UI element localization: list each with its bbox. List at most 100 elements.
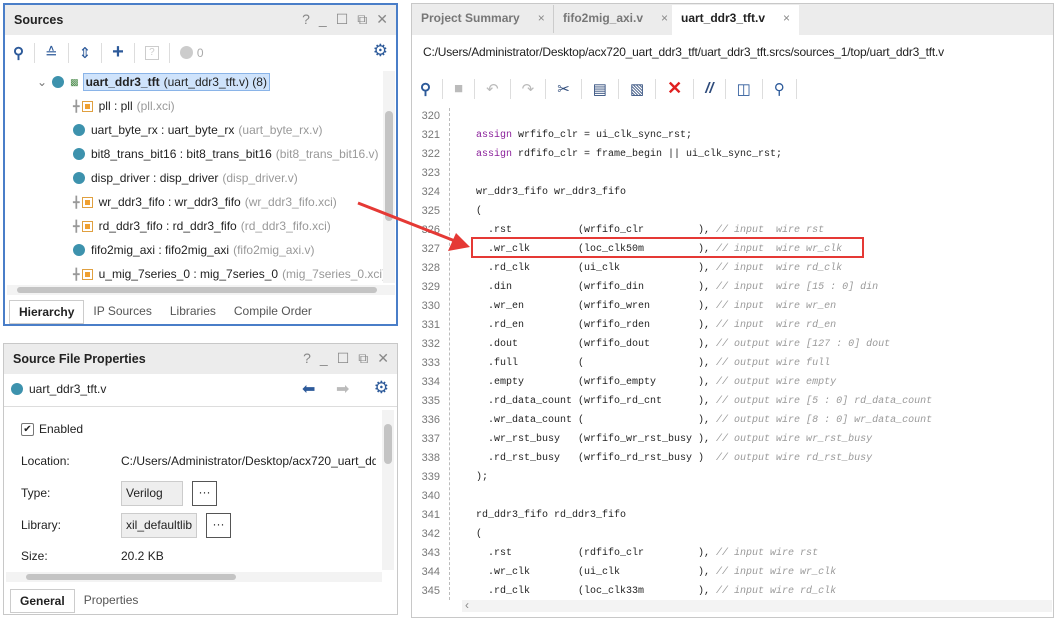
- tree-item[interactable]: ╋ pll : pll (pll.xci): [73, 95, 175, 117]
- help-icon[interactable]: ?: [302, 11, 310, 28]
- maximize-icon[interactable]: ☐: [336, 11, 349, 28]
- gutter-divider: [449, 108, 450, 600]
- location-value: C:/Users/Administrator/Desktop/acx720_ua…: [121, 454, 376, 468]
- collapse-all-icon[interactable]: ≙: [45, 44, 58, 62]
- tab-compile-order[interactable]: Compile Order: [225, 300, 321, 324]
- tab-uart-ddr3-tft[interactable]: uart_ddr3_tft.v ×: [672, 5, 800, 35]
- code-comment: // output wire rd_rst_busy: [716, 453, 873, 464]
- tree-item-file: (disp_driver.v): [222, 171, 298, 185]
- maximize-icon[interactable]: ☐: [337, 350, 350, 367]
- pin-icon: ╋: [73, 196, 80, 209]
- code-line: .wr_en (wrfifo_wren ), // input wire wr_…: [476, 301, 837, 312]
- code-comment: // output wire full: [716, 358, 831, 369]
- location-label: Location:: [21, 454, 70, 468]
- close-tab-icon[interactable]: ×: [661, 11, 668, 25]
- line-number: 330: [421, 300, 440, 312]
- type-label: Type:: [21, 486, 51, 500]
- tab-fifo2mig-axi[interactable]: fifo2mig_axi.v ×: [553, 5, 677, 33]
- gear-icon[interactable]: ⚙: [374, 378, 389, 398]
- library-browse-button[interactable]: ···: [206, 512, 232, 538]
- close-icon[interactable]: ✕: [376, 11, 388, 28]
- line-number: 328: [421, 262, 440, 274]
- properties-icon[interactable]: ?: [144, 45, 159, 60]
- editor-horizontal-scrollbar[interactable]: ‹: [462, 598, 1052, 612]
- line-number: 323: [421, 167, 440, 179]
- back-arrow-icon[interactable]: ⬅: [302, 379, 315, 399]
- tree-horizontal-scrollbar[interactable]: [7, 285, 395, 295]
- pin-icon: ╋: [73, 220, 80, 233]
- tree-item[interactable]: disp_driver : disp_driver (disp_driver.v): [73, 167, 298, 189]
- properties-vertical-scrollbar[interactable]: [382, 410, 394, 570]
- tree-item-label: fifo2mig_axi : fifo2mig_axi: [91, 243, 230, 257]
- module-icon: [73, 124, 85, 136]
- tab-general[interactable]: General: [10, 589, 75, 613]
- module-icon: [73, 148, 85, 160]
- line-number: 344: [421, 566, 440, 578]
- code-comment: // input wire wr_clk: [716, 567, 837, 578]
- code-line: .din (wrfifo_din ), // input wire [15 : …: [476, 282, 879, 293]
- forward-arrow-icon[interactable]: ➡: [336, 379, 349, 399]
- code-keyword: assign: [476, 130, 513, 141]
- tab-ip-sources[interactable]: IP Sources: [84, 300, 160, 324]
- tree-item-label: u_mig_7series_0 : mig_7series_0: [98, 267, 279, 281]
- tree-item[interactable]: fifo2mig_axi : fifo2mig_axi (fifo2mig_axi…: [73, 239, 314, 261]
- copy-icon[interactable]: ▤: [593, 80, 607, 98]
- type-browse-button[interactable]: ···: [192, 480, 217, 506]
- tree-item-label: uart_byte_rx : uart_byte_rx: [91, 123, 235, 137]
- minimize-icon[interactable]: _: [320, 350, 328, 367]
- tree-item[interactable]: uart_byte_rx : uart_byte_rx (uart_byte_rx…: [73, 119, 322, 141]
- ip-core-icon: [81, 220, 93, 232]
- tree-item[interactable]: ⌄ ▩ uart_ddr3_tft (uart_ddr3_tft.v) (8): [37, 71, 270, 93]
- comment-toggle-icon[interactable]: //: [705, 80, 713, 97]
- code-comment: // input wire rd_clk: [716, 586, 837, 597]
- tab-hierarchy[interactable]: Hierarchy: [9, 300, 85, 324]
- code-line: .rd_en (wrfifo_rden ), // input wire rd_…: [476, 320, 837, 331]
- code-line: .rst (rdfifo_clr ), // input wire rst: [476, 548, 819, 559]
- close-tab-icon[interactable]: ×: [538, 11, 545, 25]
- search-icon[interactable]: ⚲: [420, 80, 431, 98]
- code-line: .wr_data_count ( ), // output wire [8 : …: [476, 415, 933, 426]
- gear-icon[interactable]: ⚙: [373, 41, 388, 61]
- tab-libraries[interactable]: Libraries: [161, 300, 225, 324]
- tree-item[interactable]: ╋ wr_ddr3_fifo : wr_ddr3_fifo (wr_ddr3_fif…: [73, 191, 337, 213]
- float-icon[interactable]: ⧉: [358, 350, 368, 367]
- paste-icon[interactable]: ▧: [630, 80, 644, 98]
- module-icon: [52, 76, 65, 88]
- expand-all-icon[interactable]: ⇕: [79, 44, 92, 62]
- line-number: 336: [421, 414, 440, 426]
- column-select-icon[interactable]: ◫: [737, 80, 751, 98]
- tree-item[interactable]: bit8_trans_bit16 : bit8_trans_bit16 (bit8…: [73, 143, 379, 165]
- ip-core-icon: [81, 100, 93, 112]
- undo-icon[interactable]: ↶: [486, 80, 499, 98]
- help-icon[interactable]: ?: [303, 350, 311, 367]
- close-tab-icon[interactable]: ×: [783, 11, 790, 25]
- line-number: 322: [421, 148, 440, 160]
- tab-project-summary[interactable]: Project Summary ×: [412, 5, 554, 33]
- tree-item[interactable]: ╋ rd_ddr3_fifo : rd_ddr3_fifo (rd_ddr3_fif…: [73, 215, 331, 237]
- minimize-icon[interactable]: _: [319, 11, 327, 28]
- code-line: .wr_rst_busy (wrfifo_wr_rst_busy ), // o…: [476, 434, 873, 445]
- code-line: (: [476, 529, 483, 540]
- lightbulb-icon[interactable]: ⚲: [774, 80, 785, 98]
- delete-icon[interactable]: ✕: [667, 78, 682, 99]
- code-line: );: [476, 472, 489, 483]
- close-icon[interactable]: ✕: [377, 350, 389, 367]
- cut-icon[interactable]: ✂: [557, 80, 570, 98]
- tree-item[interactable]: ╋ u_mig_7series_0 : mig_7series_0 (mig_7se…: [73, 263, 386, 285]
- enabled-checkbox[interactable]: ✔: [21, 422, 34, 436]
- tree-item-label: bit8_trans_bit16 : bit8_trans_bit16: [91, 147, 272, 161]
- line-number: 345: [421, 585, 440, 597]
- float-icon[interactable]: ⧉: [357, 11, 367, 28]
- properties-horizontal-scrollbar[interactable]: [6, 572, 382, 582]
- chevron-down-icon[interactable]: ⌄: [37, 75, 47, 89]
- code-line: .dout (wrfifo_dout ), // output wire [12…: [476, 339, 891, 350]
- source-file-properties-panel: Source File Properties ? _ ☐ ⧉ ✕ uart_ddr3_t…: [3, 343, 398, 615]
- tab-properties[interactable]: Properties: [75, 589, 148, 613]
- sources-panel: Sources ? _ ☐ ⧉ ✕ ⚲ ≙ ⇕ + ? 0 ⚙ ⌄ ▩ uart_ddr3_…: [3, 3, 398, 326]
- redo-icon[interactable]: ↷: [522, 80, 535, 98]
- sources-title: Sources: [14, 13, 64, 27]
- add-sources-icon[interactable]: +: [112, 41, 124, 64]
- search-icon[interactable]: ⚲: [13, 44, 24, 62]
- line-number: 321: [421, 129, 440, 141]
- save-icon[interactable]: ■: [454, 80, 463, 97]
